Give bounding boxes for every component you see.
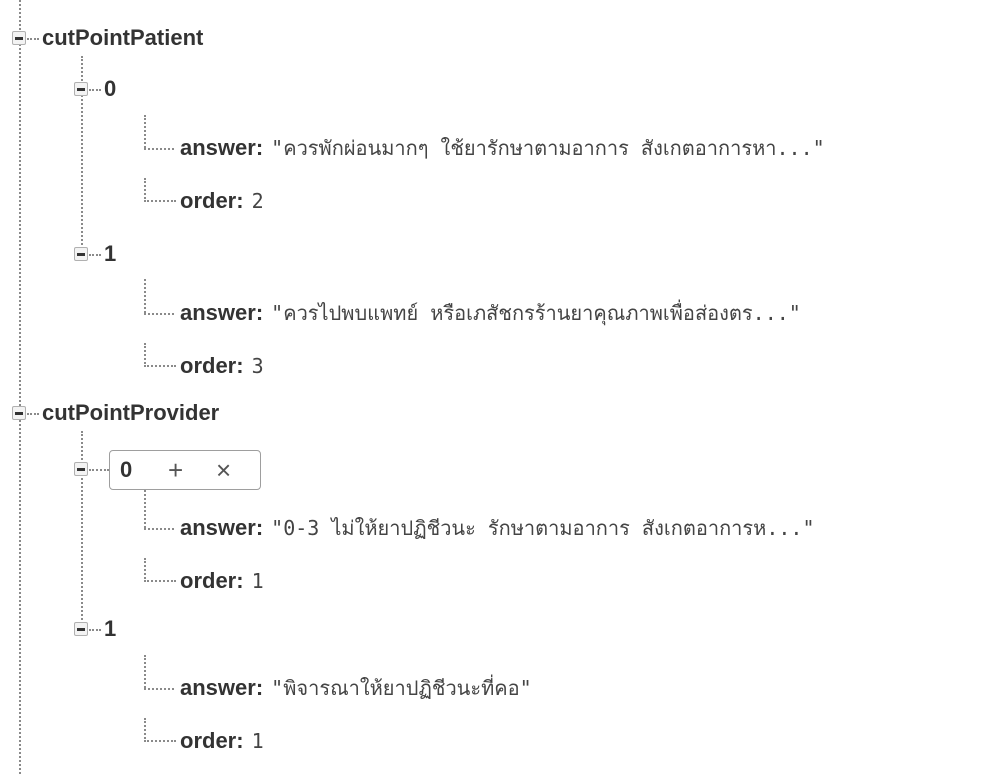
- tree-connector: [89, 629, 101, 631]
- collapse-icon[interactable]: [12, 31, 26, 45]
- tree-connector: [19, 0, 21, 774]
- field-order[interactable]: order: 1: [180, 563, 264, 599]
- field-order[interactable]: order: 2: [180, 183, 264, 219]
- field-answer[interactable]: answer: "ควรไปพบแพทย์ หรือเภสัชกรร้านยาค…: [180, 295, 801, 331]
- node-index: 0: [120, 457, 133, 482]
- tree-connector: [144, 558, 176, 582]
- tree-connector: [27, 413, 39, 415]
- tree-connector: [144, 528, 174, 530]
- tree-connector: [144, 178, 176, 202]
- answer-value: "ควรพักผ่อนมากๆ ใช้ยารักษาตามอาการ สังเก…: [271, 136, 825, 160]
- node-index[interactable]: 0: [104, 71, 116, 107]
- tree-connector: [144, 718, 176, 742]
- node-index[interactable]: 1: [104, 611, 116, 647]
- tree-connector: [89, 254, 101, 256]
- answer-value: "ควรไปพบแพทย์ หรือเภสัชกรร้านยาคุณภาพเพื…: [271, 301, 801, 325]
- tree-connector: [89, 469, 109, 471]
- tree-connector: [81, 431, 83, 631]
- node-cutpointpatient[interactable]: cutPointPatient: [42, 20, 203, 56]
- tree-connector: [144, 655, 146, 688]
- collapse-icon[interactable]: [74, 462, 88, 476]
- close-icon[interactable]: ×: [216, 455, 231, 485]
- field-answer[interactable]: answer: "ควรพักผ่อนมากๆ ใช้ยารักษาตามอาก…: [180, 130, 825, 166]
- database-tree: cutPointPatient 0 answer: "ควรพักผ่อนมาก…: [0, 0, 986, 774]
- order-value: 1: [251, 729, 264, 753]
- tree-connector: [144, 490, 146, 528]
- order-value: 1: [251, 569, 264, 593]
- field-order[interactable]: order: 1: [180, 723, 264, 759]
- plus-icon[interactable]: +: [168, 455, 183, 485]
- field-answer[interactable]: answer: "0-3 ไม่ให้ยาปฏิชีวนะ รักษาตามอา…: [180, 510, 815, 546]
- collapse-icon[interactable]: [12, 406, 26, 420]
- answer-value: "0-3 ไม่ให้ยาปฏิชีวนะ รักษาตามอาการ สังเ…: [271, 516, 815, 540]
- node-key: cutPointProvider: [42, 400, 220, 425]
- order-value: 2: [251, 189, 264, 213]
- tree-connector: [144, 279, 146, 313]
- field-order[interactable]: order: 3: [180, 348, 264, 384]
- field-answer[interactable]: answer: "พิจารณาให้ยาปฏิชีวนะที่คอ": [180, 670, 532, 706]
- node-index[interactable]: 1: [104, 236, 116, 272]
- tree-connector: [144, 343, 176, 367]
- tree-connector: [144, 313, 174, 315]
- order-value: 3: [251, 354, 264, 378]
- tree-connector: [144, 115, 146, 148]
- node-key: cutPointPatient: [42, 25, 204, 50]
- answer-value: "พิจารณาให้ยาปฏิชีวนะที่คอ": [271, 676, 532, 700]
- collapse-icon[interactable]: [74, 247, 88, 261]
- tree-connector: [27, 38, 39, 40]
- node-cutpointprovider[interactable]: cutPointProvider: [42, 395, 219, 431]
- tree-connector: [89, 89, 101, 91]
- node-edit-box[interactable]: 0 + ×: [109, 450, 261, 490]
- tree-connector: [144, 148, 174, 150]
- collapse-icon[interactable]: [74, 82, 88, 96]
- tree-connector: [144, 688, 174, 690]
- collapse-icon[interactable]: [74, 622, 88, 636]
